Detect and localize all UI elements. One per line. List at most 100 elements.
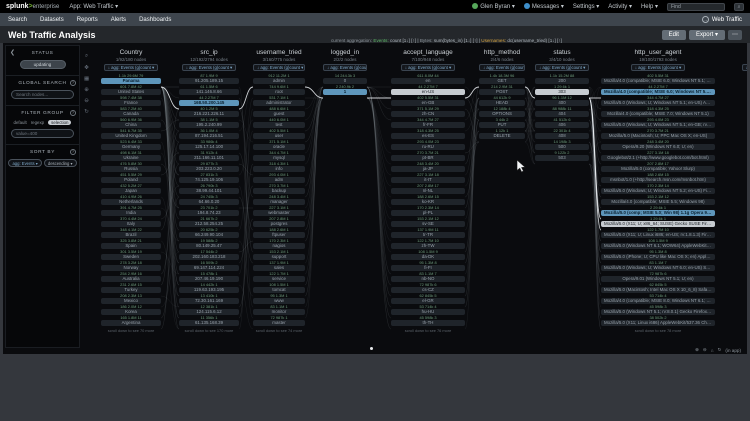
app-menu[interactable]: App: Web Traffic ▾ bbox=[69, 3, 118, 10]
node-pill[interactable]: 125.17.14.100 bbox=[179, 144, 239, 150]
node-pill[interactable]: Brazil bbox=[101, 232, 161, 238]
node-pill[interactable]: root bbox=[253, 89, 305, 95]
node-pill[interactable]: 69.147.114.224 bbox=[179, 265, 239, 271]
node-pill[interactable]: 61.135.168.39 bbox=[179, 320, 239, 326]
user-menu[interactable]: Glen Byran ▾ bbox=[472, 3, 515, 10]
messages-menu[interactable]: Messages ▾ bbox=[524, 3, 564, 10]
node-pill[interactable]: Mozilla/5.0 (Windows; U; Windows NT 5.1;… bbox=[601, 100, 715, 106]
node-pill[interactable]: ftpuser bbox=[253, 232, 305, 238]
node-pill[interactable]: 119.63.193.195 bbox=[179, 287, 239, 293]
node-pill[interactable]: guest bbox=[253, 111, 305, 117]
node-pill[interactable]: Spain bbox=[101, 243, 161, 249]
node-pill[interactable]: Japan bbox=[101, 188, 161, 194]
help-menu[interactable]: Help ▾ bbox=[641, 3, 658, 10]
node-pill[interactable]: GET bbox=[479, 78, 525, 84]
column-agg-dropdown[interactable]: ↓ agg: Events (g)count ▾ bbox=[631, 64, 685, 71]
node-pill[interactable]: backup bbox=[253, 188, 305, 194]
node-pill[interactable]: www bbox=[253, 298, 305, 304]
node-pill[interactable]: DELETE bbox=[479, 133, 525, 139]
pan-tool-icon[interactable]: ✥ bbox=[84, 65, 89, 71]
node-pill[interactable]: 200 bbox=[535, 78, 589, 84]
node-pill[interactable]: Mozilla/4.0 (compatible; MSIE 6.0; Windo… bbox=[601, 89, 715, 95]
node-pill[interactable]: Turkey bbox=[101, 287, 161, 293]
node-pill[interactable]: da-DK bbox=[391, 254, 465, 260]
node-pill[interactable]: Mozilla/5.0 (Windows; U; Windows NT 6.0;… bbox=[601, 265, 715, 271]
node-pill[interactable]: Mozilla/5.0 (Macintosh; U; PPC Mac OS X;… bbox=[601, 133, 715, 139]
find-input[interactable]: Find bbox=[667, 3, 725, 11]
help-icon[interactable]: ? bbox=[70, 80, 76, 86]
node-pill[interactable]: Googlebot/2.1 (+http://www.googlebot.com… bbox=[601, 155, 715, 161]
node-pill[interactable]: user bbox=[253, 133, 305, 139]
node-pill[interactable]: master bbox=[253, 320, 305, 326]
node-pill[interactable]: es-ES bbox=[391, 133, 465, 139]
node-pill[interactable]: zh-CN bbox=[391, 111, 465, 117]
node-pill[interactable]: cs-CZ bbox=[391, 287, 465, 293]
node-pill[interactable]: 66.249.90.104 bbox=[179, 232, 239, 238]
node-pill[interactable]: administrator bbox=[253, 100, 305, 106]
node-pill[interactable]: msnbot/1.0 (+http://search.msn.com/msnbo… bbox=[601, 177, 715, 183]
node-pill[interactable]: Norway bbox=[101, 265, 161, 271]
node-pill[interactable]: mysql bbox=[253, 155, 305, 161]
node-pill[interactable]: 91.205.189.15 bbox=[179, 78, 239, 84]
node-pill[interactable]: United States bbox=[101, 89, 161, 95]
node-pill[interactable]: monitor bbox=[253, 309, 305, 315]
node-pill[interactable]: Germany bbox=[101, 144, 161, 150]
node-pill[interactable]: Mozilla/4.0 (compatible; MSIE 5.5; Windo… bbox=[601, 199, 715, 205]
filter-mode-regexp[interactable]: regexp bbox=[31, 120, 44, 125]
node-pill[interactable]: oracle bbox=[253, 144, 305, 150]
node-pill[interactable]: info bbox=[253, 166, 305, 172]
node-pill[interactable]: 503 bbox=[535, 155, 589, 161]
column-agg-dropdown[interactable]: ↓ agg: Events (g)count ▾ bbox=[182, 64, 236, 71]
node-pill[interactable]: 203.223.0.20 bbox=[179, 166, 239, 172]
node-pill[interactable]: service bbox=[253, 276, 305, 282]
activity-menu[interactable]: Activity ▾ bbox=[608, 3, 632, 10]
edit-button[interactable]: Edit bbox=[662, 30, 686, 40]
node-pill[interactable]: 194.8.74.23 bbox=[179, 210, 239, 216]
node-pill[interactable]: PUT bbox=[479, 122, 525, 128]
node-pill[interactable]: webmaster bbox=[253, 210, 305, 216]
filter-mode-selection[interactable]: selection bbox=[48, 120, 71, 125]
node-pill[interactable]: 500 bbox=[535, 144, 589, 150]
node-pill[interactable]: pt-BR bbox=[391, 155, 465, 161]
node-pill[interactable]: 38.99.44.101 bbox=[179, 188, 239, 194]
node-pill[interactable]: adm bbox=[253, 177, 305, 183]
node-pill[interactable]: 400 bbox=[535, 100, 589, 106]
node-pill[interactable]: en-GB bbox=[391, 100, 465, 106]
node-pill[interactable]: pl-PL bbox=[391, 210, 465, 216]
node-pill[interactable]: it-IT bbox=[391, 177, 465, 183]
search-icon[interactable]: ⌕ bbox=[734, 3, 744, 11]
node-pill[interactable]: Opera/9.20 (Windows NT 6.0; U; en) bbox=[601, 144, 715, 150]
node-pill[interactable]: Mozilla/5.0 (X11; U; x86_64; SUSE) Gecko… bbox=[601, 221, 715, 227]
node-pill[interactable]: nl-NL bbox=[391, 188, 465, 194]
node-pill[interactable]: Mozilla/5.0 (Windows; U; Windows NT 5.2;… bbox=[601, 188, 715, 194]
node-pill[interactable]: sv-SE bbox=[391, 221, 465, 227]
node-pill[interactable]: Mozilla/5.0 (Windows; U; Windows NT 5.1;… bbox=[601, 122, 715, 128]
node-pill[interactable]: POST bbox=[479, 89, 525, 95]
node-pill[interactable]: test bbox=[253, 122, 305, 128]
home-icon[interactable]: ⌂ bbox=[711, 348, 714, 353]
global-search-input[interactable]: Search nodes... bbox=[11, 90, 74, 99]
node-pill[interactable]: Mexico bbox=[101, 298, 161, 304]
filter-mode-default[interactable]: default bbox=[14, 120, 27, 125]
column-agg-dropdown[interactable]: ↓ agg: Events (g)count ▾ bbox=[535, 64, 589, 71]
node-pill[interactable]: ru-RU bbox=[391, 144, 465, 150]
node-pill[interactable]: 87.194.216.51 bbox=[179, 133, 239, 139]
node-pill[interactable]: Sweden bbox=[101, 254, 161, 260]
nav-datasets[interactable]: Datasets bbox=[40, 17, 64, 23]
zoom-tool-icon[interactable]: ⌕ bbox=[84, 53, 89, 60]
node-pill[interactable]: 216.221.226.11 bbox=[179, 111, 239, 117]
nav-alerts[interactable]: Alerts bbox=[111, 17, 126, 23]
node-pill[interactable]: Australia bbox=[101, 276, 161, 282]
node-pill[interactable]: 404 bbox=[535, 111, 589, 117]
node-pill[interactable]: 408 bbox=[535, 133, 589, 139]
help-icon[interactable]: ? bbox=[70, 110, 76, 116]
node-pill[interactable]: 74.125.19.106 bbox=[179, 177, 239, 183]
node-pill[interactable]: el-GR bbox=[391, 298, 465, 304]
node-pill[interactable]: 124.115.6.12 bbox=[179, 309, 239, 315]
node-pill[interactable]: Netherlands bbox=[101, 199, 161, 205]
node-pill[interactable]: 72.30.161.169 bbox=[179, 298, 239, 304]
node-pill[interactable]: Panama bbox=[101, 78, 161, 84]
node-pill[interactable]: hu-HU bbox=[391, 309, 465, 315]
node-pill[interactable]: tomcat bbox=[253, 287, 305, 293]
node-pill[interactable]: nagios bbox=[253, 243, 305, 249]
